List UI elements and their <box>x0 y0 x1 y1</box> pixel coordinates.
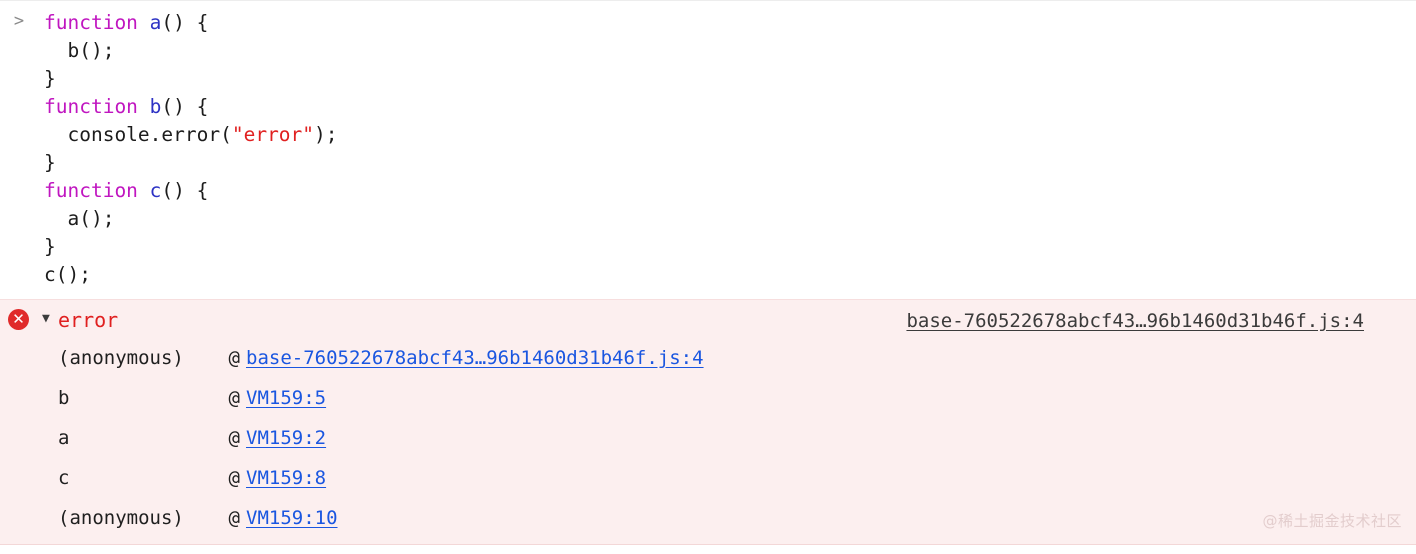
code-token: a <box>149 11 162 34</box>
stack-frame-function: (anonymous) <box>58 507 184 529</box>
error-stack-trace: (anonymous) @ base-760522678abcf43…96b1460… <box>0 338 1416 538</box>
code-token: b <box>149 95 162 118</box>
code-token: console.error( <box>44 123 232 146</box>
code-token: () { <box>161 179 209 202</box>
stack-frame: a @ VM159:2 <box>0 418 1416 458</box>
code-token: function <box>44 95 138 118</box>
watermark: @稀土掘金技术社区 <box>1262 512 1402 530</box>
stack-frame: c @ VM159:8 <box>0 458 1416 498</box>
stack-frame-function: (anonymous) <box>58 347 184 369</box>
code-token: ); <box>314 123 338 146</box>
code-token: } <box>44 151 56 174</box>
code-token: function <box>44 179 138 202</box>
code-token: c <box>149 179 162 202</box>
code-token: () { <box>161 11 209 34</box>
error-message-title: error <box>58 308 119 332</box>
console-error-group: ✕ ▼ error base-760522678abcf43…96b1460d3… <box>0 299 1416 545</box>
console-input-echo: > function a() { b(); } function b() { c… <box>0 0 1416 299</box>
code-token: b(); <box>44 39 115 62</box>
code-token: } <box>44 67 56 90</box>
stack-frame-function: c <box>58 467 70 489</box>
stack-frame-function: a <box>58 427 70 449</box>
stack-frame-at: @ <box>228 347 240 369</box>
console-panel: > function a() { b(); } function b() { c… <box>0 0 1416 554</box>
stack-frame-at: @ <box>228 467 240 489</box>
stack-frame-link[interactable]: VM159:10 <box>246 498 338 538</box>
error-header-row[interactable]: ✕ ▼ error base-760522678abcf43…96b1460d3… <box>0 300 1416 338</box>
stack-frame-at: @ <box>228 507 240 529</box>
stack-frame-at: @ <box>228 427 240 449</box>
stack-frame: (anonymous) @ VM159:10 <box>0 498 1416 538</box>
stack-frame-link[interactable]: base-760522678abcf43…96b1460d31b46f.js:4 <box>246 338 704 378</box>
chevron-right-icon: > <box>13 11 25 31</box>
error-circle-icon: ✕ <box>8 309 29 330</box>
stack-frame-function: b <box>58 387 70 409</box>
stack-frame-link[interactable]: VM159:2 <box>246 418 326 458</box>
code-token: a(); <box>44 207 115 230</box>
code-token: function <box>44 11 138 34</box>
error-source-link[interactable]: base-760522678abcf43…96b1460d31b46f.js:4 <box>906 308 1364 334</box>
code-token: c(); <box>44 263 91 286</box>
stack-frame-at: @ <box>228 387 240 409</box>
code-token: () { <box>161 95 209 118</box>
stack-frame: (anonymous) @ base-760522678abcf43…96b1460… <box>0 338 1416 378</box>
stack-frame-link[interactable]: VM159:5 <box>246 378 326 418</box>
code-token: "error" <box>231 123 315 146</box>
chevron-down-icon[interactable]: ▼ <box>42 311 56 327</box>
stack-frame-link[interactable]: VM159:8 <box>246 458 326 498</box>
code-token: } <box>44 235 56 258</box>
stack-frame: b @ VM159:5 <box>0 378 1416 418</box>
console-code-block[interactable]: function a() { b(); } function b() { con… <box>0 9 1416 289</box>
